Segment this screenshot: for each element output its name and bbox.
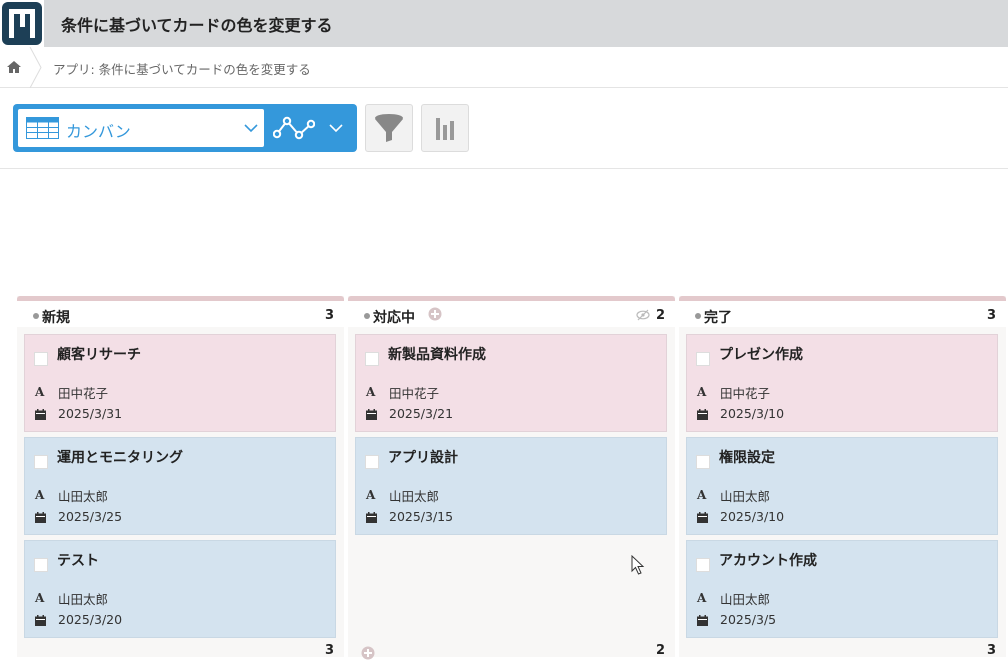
card-assignee: 田中花子 [58, 386, 109, 401]
card-checkbox[interactable] [34, 558, 48, 572]
person-icon: A [697, 488, 707, 502]
chart-button[interactable] [421, 104, 469, 152]
filter-icon [375, 114, 403, 142]
person-icon: A [35, 385, 45, 399]
column-header[interactable]: 対応中 2 [348, 301, 675, 327]
column-footer-count: 2 [655, 643, 665, 658]
card-date: 2025/3/5 [720, 612, 777, 627]
logo-icon [2, 2, 42, 45]
column-count: 2 [655, 308, 665, 323]
card-assignee: 山田太郎 [720, 489, 771, 504]
column-count: 3 [986, 308, 996, 323]
mouse-cursor-icon [631, 555, 645, 575]
column-dot-icon [33, 313, 39, 319]
view-dropdown[interactable]: カンバン [18, 109, 264, 147]
card-checkbox[interactable] [696, 455, 710, 469]
kanban-column-done: 完了 3 プレゼン作成 A 田中花子 2025/3/10 権限設定 A 山田太郎… [679, 296, 1006, 658]
card-assignee: 山田太郎 [58, 592, 109, 607]
breadcrumb-app-link[interactable]: アプリ: 条件に基づいてカードの色を変更する [53, 59, 311, 78]
card-checkbox[interactable] [34, 455, 48, 469]
person-icon: A [366, 385, 376, 399]
calendar-icon [697, 512, 708, 523]
card-checkbox[interactable] [696, 558, 710, 572]
kanban-card[interactable]: 新製品資料作成 A 田中花子 2025/3/21 [355, 334, 667, 432]
calendar-icon [35, 512, 46, 523]
column-dot-icon [695, 313, 701, 319]
column-dot-icon [364, 313, 370, 319]
eye-hidden-icon[interactable] [636, 309, 650, 321]
person-icon: A [35, 488, 45, 502]
person-icon: A [697, 385, 707, 399]
person-icon: A [366, 488, 376, 502]
card-title[interactable]: プレゼン作成 [719, 344, 803, 364]
breadcrumb: アプリ: 条件に基づいてカードの色を変更する [0, 47, 1008, 88]
kanban-card[interactable]: アプリ設計 A 山田太郎 2025/3/15 [355, 437, 667, 535]
column-title: 新規 [42, 310, 70, 326]
calendar-icon [366, 409, 377, 420]
card-assignee: 山田太郎 [389, 489, 440, 504]
view-selector: カンバン [13, 104, 357, 152]
card-date: 2025/3/31 [58, 406, 123, 421]
kanban-card[interactable]: 権限設定 A 山田太郎 2025/3/10 [686, 437, 998, 535]
card-title[interactable]: 新製品資料作成 [388, 344, 486, 364]
calendar-icon [697, 615, 708, 626]
kanban-card[interactable]: 顧客リサーチ A 田中花子 2025/3/31 [24, 334, 336, 432]
toolbar-divider [0, 168, 1008, 169]
graph-chevron-down-icon[interactable] [329, 123, 343, 133]
card-checkbox[interactable] [365, 455, 379, 469]
calendar-icon [35, 409, 46, 420]
card-date: 2025/3/15 [389, 509, 454, 524]
calendar-icon [697, 409, 708, 420]
card-date: 2025/3/25 [58, 509, 123, 524]
graph-icon[interactable] [273, 115, 315, 141]
card-assignee: 田中花子 [720, 386, 771, 401]
kanban-card[interactable]: 運用とモニタリング A 山田太郎 2025/3/25 [24, 437, 336, 535]
view-label: カンバン [66, 122, 131, 141]
column-footer-count: 3 [986, 643, 996, 658]
card-date: 2025/3/10 [720, 509, 785, 524]
person-icon: A [697, 591, 707, 605]
kanban-column-new: 新規 3 顧客リサーチ A 田中花子 2025/3/31 運用とモニタリング A… [17, 296, 344, 658]
kanban-column-in-progress: 対応中 2 新製品資料作成 A 田中花子 2025/3/21 アプリ設計 A 山… [348, 296, 675, 660]
card-title[interactable]: 権限設定 [719, 447, 775, 467]
card-date: 2025/3/20 [58, 612, 123, 627]
table-icon [26, 117, 59, 139]
add-card-footer-icon[interactable] [361, 646, 375, 660]
card-assignee: 山田太郎 [58, 489, 109, 504]
card-assignee: 田中花子 [389, 386, 440, 401]
calendar-icon [366, 512, 377, 523]
column-header[interactable]: 完了 3 [679, 301, 1006, 327]
kanban-card[interactable]: テスト A 山田太郎 2025/3/20 [24, 540, 336, 638]
kanban-card[interactable]: アカウント作成 A 山田太郎 2025/3/5 [686, 540, 998, 638]
column-footer-count: 3 [324, 643, 334, 658]
column-header[interactable]: 新規 3 [17, 301, 344, 327]
card-date: 2025/3/10 [720, 406, 785, 421]
card-assignee: 山田太郎 [720, 592, 771, 607]
card-checkbox[interactable] [34, 352, 48, 366]
card-title[interactable]: テスト [57, 550, 99, 570]
chevron-down-icon [244, 124, 258, 133]
bar-chart-icon [436, 118, 454, 140]
column-count: 3 [324, 308, 334, 323]
filter-button[interactable] [365, 104, 413, 152]
card-title[interactable]: 運用とモニタリング [57, 447, 183, 467]
card-checkbox[interactable] [365, 352, 379, 366]
calendar-icon [35, 615, 46, 626]
home-icon[interactable] [6, 59, 22, 75]
breadcrumb-separator [29, 47, 42, 88]
app-header: 条件に基づいてカードの色を変更する [0, 0, 1008, 47]
add-card-icon[interactable] [428, 307, 442, 321]
person-icon: A [35, 591, 45, 605]
card-date: 2025/3/21 [389, 406, 454, 421]
card-title[interactable]: アプリ設計 [388, 447, 458, 467]
card-title[interactable]: アカウント作成 [719, 550, 817, 570]
column-title: 対応中 [373, 310, 415, 326]
column-title: 完了 [704, 310, 732, 326]
card-title[interactable]: 顧客リサーチ [57, 344, 141, 364]
kanban-card[interactable]: プレゼン作成 A 田中花子 2025/3/10 [686, 334, 998, 432]
app-logo[interactable] [0, 0, 44, 47]
card-checkbox[interactable] [696, 352, 710, 366]
page-title: 条件に基づいてカードの色を変更する [61, 16, 333, 35]
